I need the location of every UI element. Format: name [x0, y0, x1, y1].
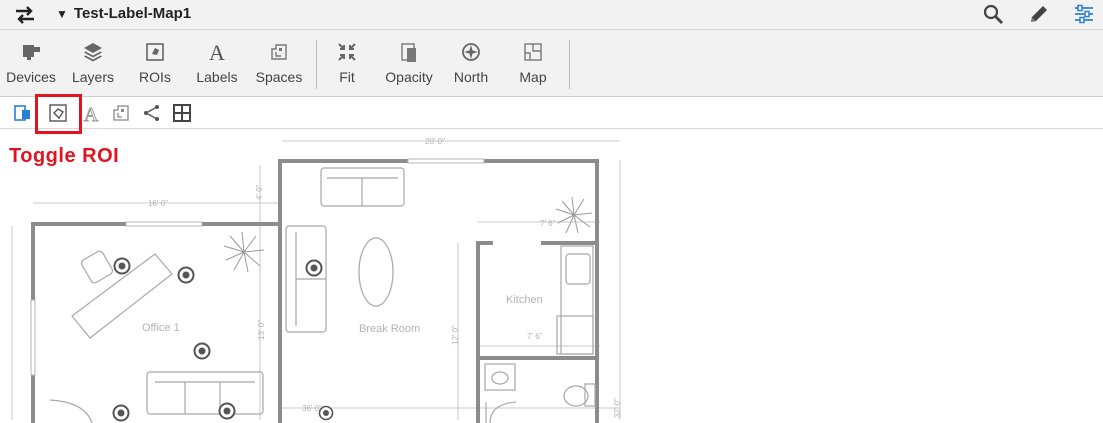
rois-label: ROIs [139, 69, 171, 85]
spaces-label: Spaces [255, 69, 303, 85]
dim-right: 32' 0" [613, 398, 622, 418]
spaces-icon [271, 44, 287, 60]
fit-label: Fit [339, 69, 355, 85]
north-icon [462, 43, 480, 61]
dim-kitchen-bottom: 7' 6" [527, 332, 543, 341]
camera-device-icon[interactable] [318, 405, 334, 421]
fit-icon [338, 43, 356, 61]
room-label-kitchen: Kitchen [506, 294, 543, 306]
map-title: Test-Label-Map1 [73, 5, 192, 22]
swap-icon[interactable] [14, 6, 36, 24]
opacity-label: Opacity [385, 69, 433, 85]
caret-down-icon: ▼ [56, 6, 68, 21]
devices-button[interactable]: Devices [0, 30, 62, 97]
sub-toolbar: A [0, 98, 1103, 129]
share-icon[interactable] [142, 103, 162, 123]
search-icon[interactable] [982, 3, 1004, 25]
map-canvas[interactable]: 20' 0" 16' 0" 4' 0" 13' 0" 7' 6" 7' 6" 1… [0, 130, 1103, 423]
dim-office-top-offset: 4' 0" [255, 184, 264, 200]
floorplan: 20' 0" 16' 0" 4' 0" 13' 0" 7' 6" 7' 6" 1… [11, 137, 622, 423]
rois-button[interactable]: ROIs [124, 30, 186, 97]
roi-highlight-box [35, 94, 82, 134]
layers-button[interactable]: Layers [62, 30, 124, 97]
sliders-icon[interactable] [1073, 3, 1095, 25]
labels-button[interactable]: A Labels [186, 30, 248, 97]
dim-kitchen-height: 12' 0" [451, 325, 460, 345]
devices-label: Devices [6, 69, 56, 85]
room-label-office: Office 1 [142, 322, 180, 334]
north-label: North [453, 69, 489, 85]
map-label: Map [519, 69, 547, 85]
opacity-icon [401, 43, 416, 62]
room-label-break-room: Break Room [359, 323, 420, 335]
labels-icon: A [209, 40, 225, 64]
spaces-button[interactable]: Spaces [248, 30, 310, 97]
devices-icon [23, 45, 40, 60]
map-button[interactable]: Map [501, 30, 565, 97]
layers-label: Layers [71, 69, 115, 85]
pencil-icon[interactable] [1028, 3, 1050, 25]
title-bar: ▼ Test-Label-Map1 [0, 0, 1103, 30]
toggle-roi-annotation: Toggle ROI [9, 145, 120, 167]
toolbar-divider [569, 40, 570, 89]
camera-device-icon[interactable] [113, 257, 131, 275]
fit-button[interactable]: Fit [317, 30, 377, 97]
roi-icon [146, 43, 164, 61]
camera-device-icon[interactable] [193, 342, 211, 360]
dim-kitchen-top: 7' 6" [540, 219, 556, 228]
grid-icon[interactable] [172, 103, 192, 123]
spaces-toggle-icon[interactable] [111, 103, 131, 123]
svg-text:A: A [209, 40, 225, 64]
camera-device-icon[interactable] [177, 266, 195, 284]
dim-office-height: 13' 0" [257, 320, 266, 340]
camera-device-icon[interactable] [112, 404, 130, 422]
map-icon [524, 43, 542, 61]
dim-office-width: 16' 0" [148, 199, 168, 208]
dim-top: 20' 0" [425, 137, 445, 146]
camera-device-icon[interactable] [218, 402, 236, 420]
labels-label: Labels [196, 69, 238, 85]
north-button[interactable]: North [441, 30, 501, 97]
devices-toggle-icon[interactable] [13, 103, 33, 123]
layers-icon [84, 43, 102, 62]
main-toolbar: Devices Layers ROIs A Labels Spaces Fit … [0, 30, 1103, 97]
camera-device-icon[interactable] [305, 259, 323, 277]
map-title-dropdown[interactable]: ▼ Test-Label-Map1 [56, 5, 191, 22]
opacity-button[interactable]: Opacity [377, 30, 441, 97]
labels-toggle-icon[interactable]: A [81, 103, 101, 123]
svg-text:A: A [84, 104, 99, 123]
